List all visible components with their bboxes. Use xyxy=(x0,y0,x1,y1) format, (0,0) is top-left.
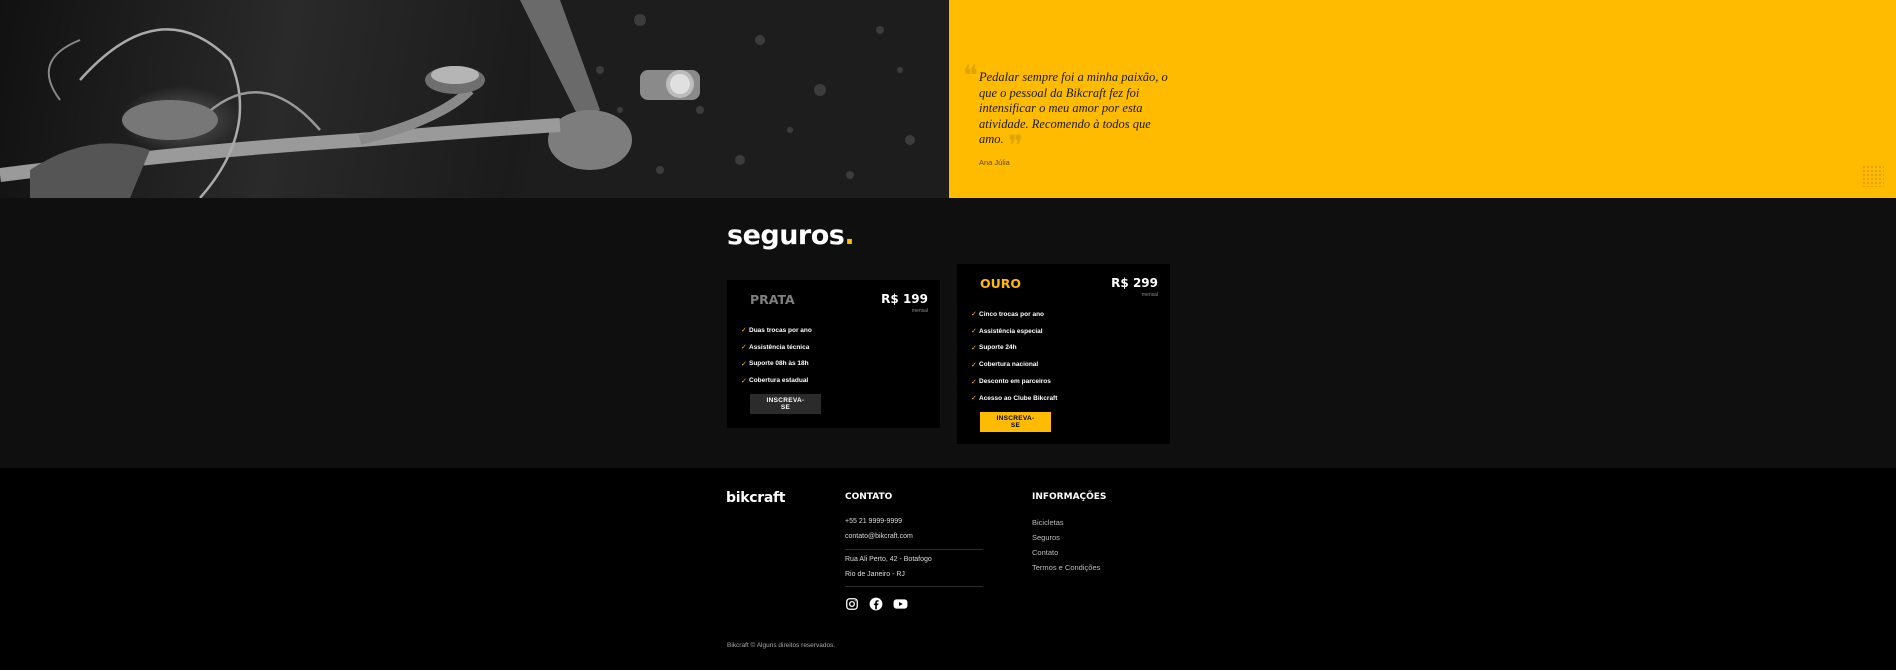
seguros-section: seguros. PRATA R$ 199 mensal ✓ Duas troca… xyxy=(0,198,1896,468)
footer-logo[interactable]: bikcraft xyxy=(726,490,785,506)
feature-text: Acesso ao Clube Bikcraft xyxy=(979,394,1058,402)
contact-address-line1: Rua Ali Perto, 42 - Botafogo xyxy=(845,556,932,563)
check-icon: ✓ xyxy=(971,311,977,319)
dot-pattern-decoration xyxy=(1862,165,1884,187)
section-title: seguros. xyxy=(727,220,855,251)
feature-item: ✓ Assistência técnica xyxy=(741,339,812,356)
cyclist-photo xyxy=(0,0,949,198)
feature-text: Duas trocas por ano xyxy=(749,326,812,334)
feature-item: ✓ Duas trocas por ano xyxy=(741,322,812,339)
contato-heading: CONTATO xyxy=(845,492,893,502)
plan-features: ✓ Cinco trocas por ano ✓ Assistência espec… xyxy=(971,306,1057,407)
plan-price: R$ 299 xyxy=(1111,276,1158,290)
footer-link-contato[interactable]: Contato xyxy=(1032,548,1058,557)
feature-item: ✓ Desconto em parceiros xyxy=(971,373,1057,390)
feature-item: ✓ Acesso ao Clube Bikcraft xyxy=(971,390,1057,407)
feature-text: Assistência técnica xyxy=(749,343,810,351)
section-title-text: seguros xyxy=(727,220,845,251)
feature-item: ✓ Assistência especial xyxy=(971,323,1057,340)
feature-item: ✓ Cinco trocas por ano xyxy=(971,306,1057,323)
feature-text: Desconto em parceiros xyxy=(979,378,1051,386)
testimonial-author: Ana Júlia xyxy=(979,158,1010,167)
check-icon: ✓ xyxy=(741,344,747,352)
plan-features: ✓ Duas trocas por ano ✓ Assistência técnic… xyxy=(741,322,812,389)
plan-card-prata: PRATA R$ 199 mensal ✓ Duas trocas por ano… xyxy=(727,280,940,428)
check-icon: ✓ xyxy=(741,360,747,368)
check-icon: ✓ xyxy=(971,395,977,403)
close-quote-icon: ❞ xyxy=(1008,129,1024,162)
contact-address-line2: Rio de Janeiro - RJ xyxy=(845,571,905,578)
youtube-icon[interactable] xyxy=(893,597,908,611)
informacoes-heading: INFORMAÇÕES xyxy=(1032,492,1107,502)
facebook-icon[interactable] xyxy=(869,597,883,611)
plan-period: mensal xyxy=(911,308,928,314)
feature-text: Cobertura nacional xyxy=(979,361,1039,369)
feature-item: ✓ Cobertura nacional xyxy=(971,356,1057,373)
check-icon: ✓ xyxy=(971,378,977,386)
feature-text: Cobertura estadual xyxy=(749,377,809,385)
contact-divider xyxy=(845,586,983,587)
feature-item: ✓ Suporte 08h às 18h xyxy=(741,356,812,373)
copyright-text: Bikcraft © Alguns direitos reservados. xyxy=(727,642,836,649)
contact-email[interactable]: contato@bikcraft.com xyxy=(845,533,913,540)
footer-link-seguros[interactable]: Seguros xyxy=(1032,533,1060,542)
check-icon: ✓ xyxy=(741,377,747,385)
plan-period: mensal xyxy=(1141,292,1158,298)
check-icon: ✓ xyxy=(741,327,747,335)
contact-phone[interactable]: +55 21 9999-9999 xyxy=(845,518,902,525)
contact-divider xyxy=(845,549,983,550)
feature-item: ✓ Suporte 24h xyxy=(971,340,1057,357)
check-icon: ✓ xyxy=(971,361,977,369)
check-icon: ✓ xyxy=(971,344,977,352)
footer-link-bicicletas[interactable]: Bicicletas xyxy=(1032,518,1064,527)
plan-price: R$ 199 xyxy=(881,292,928,306)
footer: bikcraft CONTATO +55 21 9999-9999 contat… xyxy=(0,468,1896,670)
feature-text: Suporte 08h às 18h xyxy=(749,360,809,368)
feature-text: Assistência especial xyxy=(979,327,1043,335)
check-icon: ✓ xyxy=(971,328,977,336)
subscribe-button-prata[interactable]: INSCREVA-SE xyxy=(750,394,821,414)
plan-name: OURO xyxy=(980,276,1022,291)
bicycle-handlebar-illustration xyxy=(0,0,949,198)
feature-text: Suporte 24h xyxy=(979,344,1017,352)
plan-name: PRATA xyxy=(750,292,795,307)
section-title-dot: . xyxy=(844,220,855,251)
open-quote-icon: ❝ xyxy=(963,59,979,92)
feature-text: Cinco trocas por ano xyxy=(979,310,1045,318)
feature-item: ✓ Cobertura estadual xyxy=(741,372,812,389)
plan-card-ouro: OURO R$ 299 mensal ✓ Cinco trocas por ano… xyxy=(957,264,1170,444)
testimonial-section: ❝ Pedalar sempre foi a minha paixão, o q… xyxy=(0,0,1896,198)
subscribe-button-ouro[interactable]: INSCREVA-SE xyxy=(980,412,1051,432)
footer-link-termos[interactable]: Termos e Condições xyxy=(1032,563,1100,572)
instagram-icon[interactable] xyxy=(845,597,859,611)
